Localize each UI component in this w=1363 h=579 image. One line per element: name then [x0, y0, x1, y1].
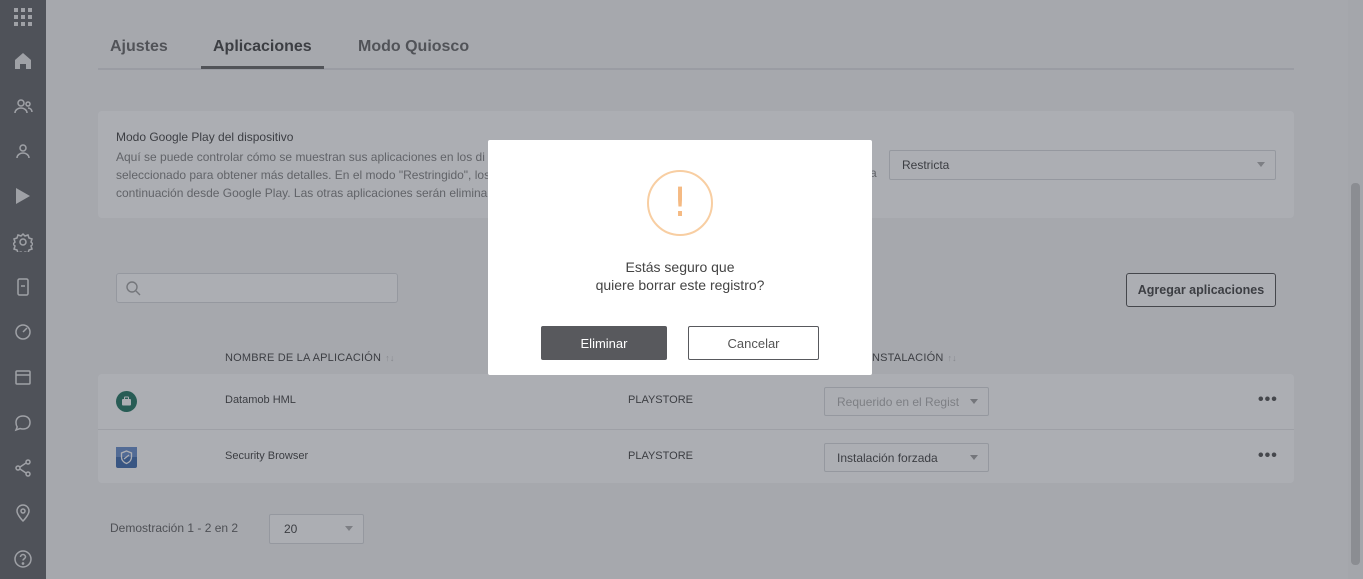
confirm-delete-dialog: ! Estás seguro que quiere borrar este re… — [488, 140, 872, 375]
confirm-message: Estás seguro que quiere borrar este regi… — [488, 258, 872, 294]
warning-icon: ! — [647, 170, 713, 236]
confirm-message-line-2: quiere borrar este registro? — [595, 277, 765, 293]
delete-button[interactable]: Eliminar — [541, 326, 667, 360]
cancel-button[interactable]: Cancelar — [688, 326, 819, 360]
confirm-message-line-1: Estás seguro que — [625, 259, 735, 275]
